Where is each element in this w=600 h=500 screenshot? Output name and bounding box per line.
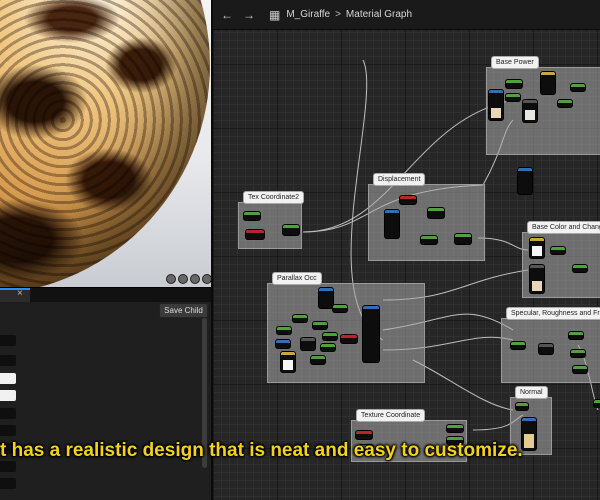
property-field[interactable] bbox=[0, 390, 16, 401]
details-panel: × Save Child bbox=[0, 287, 211, 500]
property-field[interactable] bbox=[0, 425, 16, 436]
multiply-node[interactable] bbox=[283, 225, 299, 235]
parallax-occlusion-node[interactable] bbox=[363, 306, 379, 362]
texture-sample-node[interactable] bbox=[385, 210, 399, 238]
breadcrumb-separator: > bbox=[335, 9, 341, 20]
vector-parameter-node[interactable] bbox=[341, 335, 357, 343]
property-field[interactable] bbox=[0, 355, 16, 366]
texture-sample-node[interactable] bbox=[530, 238, 544, 258]
comment-title-tex-coordinate2[interactable]: Tex Coordinate2 bbox=[243, 191, 304, 204]
multiply-node[interactable] bbox=[455, 234, 471, 244]
comment-title-base-power[interactable]: Base Power bbox=[491, 56, 539, 69]
scalar-parameter-node[interactable] bbox=[293, 315, 307, 322]
breadcrumb-asset[interactable]: M_Giraffe bbox=[286, 9, 330, 20]
scalar-parameter-node[interactable] bbox=[569, 332, 583, 339]
scalar-parameter-node[interactable] bbox=[516, 403, 528, 410]
video-caption: t has a realistic design that is neat an… bbox=[0, 440, 523, 461]
property-field[interactable] bbox=[0, 478, 16, 489]
comment-title-texture-coordinate[interactable]: Texture Coordinate bbox=[356, 409, 426, 422]
scalar-parameter-node[interactable] bbox=[506, 94, 520, 101]
scalar-parameter-node[interactable] bbox=[558, 100, 572, 107]
texture-sample-node[interactable] bbox=[281, 352, 295, 372]
comment-title-displacement[interactable]: Displacement bbox=[373, 173, 426, 186]
scalar-parameter-node[interactable] bbox=[421, 236, 437, 244]
material-preview-viewport[interactable] bbox=[0, 0, 211, 287]
preview-sphere bbox=[0, 0, 210, 287]
texture-sample-node[interactable] bbox=[489, 90, 503, 120]
scalar-parameter-node[interactable] bbox=[551, 247, 565, 254]
back-arrow-icon[interactable]: ← bbox=[219, 8, 235, 22]
fresnel-node[interactable] bbox=[539, 344, 553, 354]
comment-title-specular[interactable]: Specular, Roughness and Fre bbox=[506, 307, 600, 320]
texture-object-node[interactable] bbox=[319, 288, 333, 308]
graph-icon: ▦ bbox=[269, 7, 281, 22]
scalar-parameter-node[interactable] bbox=[573, 265, 587, 272]
vector-parameter-node[interactable] bbox=[400, 196, 416, 204]
scalar-parameter-node[interactable] bbox=[571, 84, 585, 91]
scalar-parameter-node[interactable] bbox=[244, 212, 260, 220]
details-tab-bar: × bbox=[0, 288, 211, 302]
plane-shape-icon[interactable] bbox=[190, 274, 200, 284]
texture-coordinate-node[interactable] bbox=[246, 230, 264, 239]
graph-toolbar: ← → ▦ M_Giraffe > Material Graph bbox=[213, 0, 600, 30]
add-node[interactable] bbox=[301, 338, 315, 350]
scalar-parameter-node[interactable] bbox=[594, 400, 600, 407]
cube-shape-icon[interactable] bbox=[178, 274, 188, 284]
comment-title-base-color[interactable]: Base Color and Change bbox=[527, 221, 600, 234]
property-field[interactable] bbox=[0, 408, 16, 419]
scalar-parameter-node[interactable] bbox=[321, 344, 335, 351]
close-tab-icon[interactable]: × bbox=[17, 288, 23, 300]
scalar-parameter-node[interactable] bbox=[277, 327, 291, 334]
scalar-parameter-node[interactable] bbox=[313, 322, 327, 329]
save-child-button[interactable]: Save Child bbox=[159, 303, 208, 318]
property-field[interactable] bbox=[0, 373, 16, 384]
material-graph-canvas[interactable]: ← → ▦ M_Giraffe > Material Graph Base Po… bbox=[211, 0, 600, 500]
sphere-shape-icon[interactable] bbox=[166, 274, 176, 284]
comment-title-parallax-occ[interactable]: Parallax Occ bbox=[272, 272, 322, 285]
property-field[interactable] bbox=[0, 335, 16, 346]
scalar-parameter-node[interactable] bbox=[428, 208, 444, 218]
comment-title-normal[interactable]: Normal bbox=[515, 386, 548, 399]
forward-arrow-icon[interactable]: → bbox=[241, 8, 257, 22]
scalar-parameter-node[interactable] bbox=[311, 356, 325, 364]
details-tab[interactable] bbox=[0, 288, 30, 302]
scalar-parameter-node[interactable] bbox=[571, 350, 585, 357]
texture-coordinate-node[interactable] bbox=[276, 340, 290, 348]
switch-node[interactable] bbox=[541, 72, 555, 94]
scalar-parameter-node[interactable] bbox=[333, 305, 347, 312]
cylinder-shape-icon[interactable] bbox=[202, 274, 211, 284]
scalar-parameter-node[interactable] bbox=[323, 333, 337, 340]
breadcrumb-graph[interactable]: Material Graph bbox=[346, 9, 412, 20]
scalar-parameter-node[interactable] bbox=[511, 342, 525, 349]
property-field[interactable] bbox=[0, 461, 16, 472]
lerp-node[interactable] bbox=[530, 265, 544, 293]
scalar-parameter-node[interactable] bbox=[447, 425, 463, 432]
power-node[interactable] bbox=[523, 100, 537, 122]
texture-sample-node[interactable] bbox=[518, 168, 532, 194]
viewport-shape-controls bbox=[166, 274, 211, 284]
scalar-parameter-node[interactable] bbox=[573, 366, 587, 373]
scalar-parameter-node[interactable] bbox=[506, 80, 522, 88]
vector-parameter-node[interactable] bbox=[356, 431, 372, 439]
